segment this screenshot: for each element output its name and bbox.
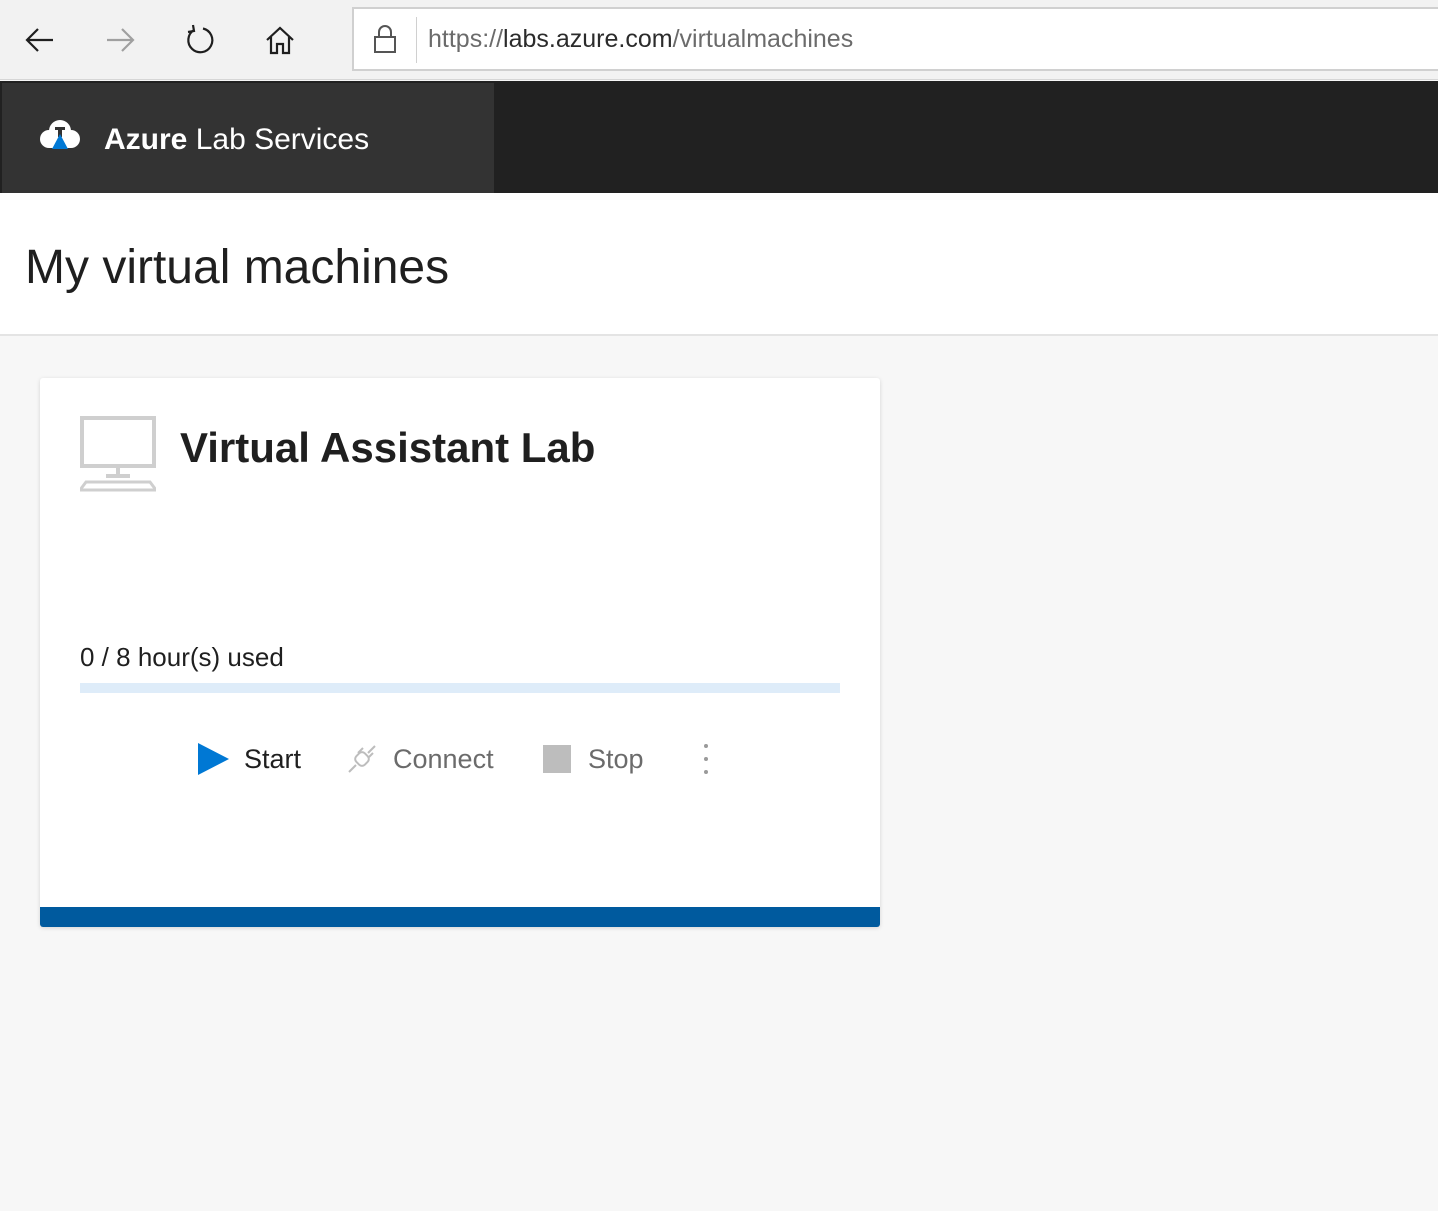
stop-button[interactable]: Stop: [540, 734, 644, 784]
brand-name-bold: Azure: [104, 123, 188, 156]
refresh-button[interactable]: [176, 16, 224, 64]
stop-label: Stop: [588, 743, 644, 774]
usage-text: 0 / 8 hour(s) used: [80, 642, 284, 672]
brand-home-link[interactable]: Azure Lab Services: [2, 83, 494, 193]
vm-card: Virtual Assistant Lab 0 / 8 hour(s) used…: [40, 378, 880, 927]
home-icon: [266, 26, 294, 55]
url-host: labs.azure.com: [503, 25, 673, 53]
page-title-area: My virtual machines: [0, 193, 1438, 336]
vm-actions: Start Connect Stop: [40, 734, 880, 784]
refresh-icon: [187, 24, 214, 54]
connect-label: Connect: [393, 743, 494, 774]
forward-button[interactable]: [96, 16, 144, 64]
more-options-button[interactable]: [690, 734, 722, 784]
vm-name: Virtual Assistant Lab: [180, 424, 596, 471]
start-label: Start: [244, 743, 302, 774]
plug-connect-icon: [345, 742, 379, 776]
azure-lab-cloud-icon: [40, 120, 80, 149]
back-arrow-icon: [25, 28, 53, 52]
back-button[interactable]: [16, 16, 64, 64]
computer-monitor-icon: [80, 416, 156, 492]
brand-name: Azure Lab Services: [104, 123, 369, 157]
start-button[interactable]: Start: [196, 734, 301, 784]
connect-button[interactable]: Connect: [345, 734, 494, 784]
address-bar[interactable]: https://labs.azure.com/virtualmachines: [352, 7, 1438, 71]
browser-toolbar: https://labs.azure.com/virtualmachines: [0, 0, 1438, 80]
more-vertical-icon: [704, 744, 708, 774]
brand-name-rest: Lab Services: [187, 123, 370, 156]
url-path: /virtualmachines: [672, 25, 854, 53]
url-text[interactable]: https://labs.azure.com/virtualmachines: [428, 25, 853, 54]
lock-icon: [374, 25, 396, 53]
home-button[interactable]: [256, 16, 304, 64]
play-icon: [196, 742, 230, 776]
card-footer-bar: [40, 907, 880, 927]
url-scheme: https://: [428, 25, 504, 53]
address-divider: [416, 17, 417, 63]
stop-square-icon: [540, 742, 574, 776]
app-header: Azure Lab Services: [0, 81, 1438, 193]
forward-arrow-icon: [107, 28, 135, 52]
page-title: My virtual machines: [25, 241, 450, 294]
usage-progress-bar: [80, 683, 840, 693]
